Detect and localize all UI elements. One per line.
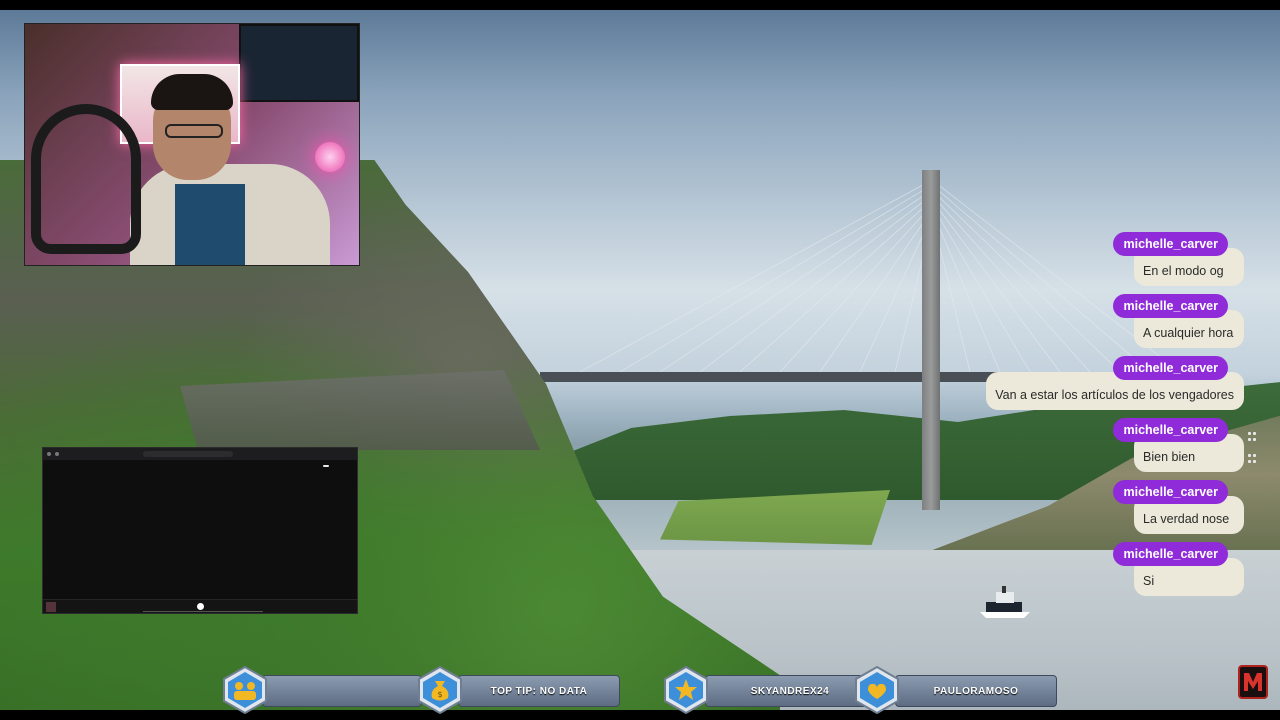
progress-bar[interactable]: [143, 611, 263, 612]
chat-username: michelle_carver: [1113, 356, 1228, 380]
ticker-plate-subscriber: PAULORAMOSO: [895, 675, 1057, 707]
chat-message: michelle_carver La verdad nose: [944, 480, 1244, 534]
stream-ticker: TOP TIP: NO DATA SKYANDREX24 PAULORAMOSO…: [0, 662, 1280, 714]
svg-text:$: $: [437, 690, 442, 699]
chat-message: michelle_carver A cualquier hora: [944, 294, 1244, 348]
streamer-glasses: [165, 124, 223, 138]
browser-window[interactable]: [42, 447, 358, 614]
chat-message: michelle_carver Si: [944, 542, 1244, 596]
chat-username: michelle_carver: [1113, 480, 1228, 504]
streamer-sweater: [175, 184, 245, 265]
ticker-plate-1: [262, 675, 422, 707]
webcam-lamp: [315, 142, 345, 172]
chat-username: michelle_carver: [1113, 418, 1228, 442]
heart-hand-icon: [855, 666, 899, 714]
back-icon[interactable]: [47, 452, 51, 456]
chat-overlay: michelle_carver En el modo og michelle_c…: [944, 232, 1244, 604]
chat-message: michelle_carver En el modo og: [944, 232, 1244, 286]
play-icon[interactable]: [197, 603, 204, 610]
webcam-monitor: [239, 24, 359, 102]
browser-toolbar: [43, 448, 357, 460]
subscribe-button[interactable]: [323, 465, 329, 467]
ticker-plate-top-tip: TOP TIP: NO DATA: [458, 675, 620, 707]
chat-message: michelle_carver Bien bien: [944, 418, 1244, 472]
ticker-plate-follower: SKYANDREX24: [705, 675, 875, 707]
chat-username: michelle_carver: [1113, 232, 1228, 256]
chat-message: michelle_carver Van a estar los artículo…: [944, 356, 1244, 410]
grip-handle-icon: [1248, 432, 1258, 468]
chat-username: michelle_carver: [1113, 542, 1228, 566]
media-player-bar: [43, 599, 357, 613]
streamer-hair: [151, 74, 233, 110]
track-thumbnail: [46, 602, 56, 612]
star-icon: [664, 666, 708, 714]
channel-logo-icon: [1238, 665, 1268, 699]
chat-username: michelle_carver: [1113, 294, 1228, 318]
headphones: [31, 104, 141, 254]
address-bar[interactable]: [143, 451, 233, 457]
forward-icon[interactable]: [55, 452, 59, 456]
bridge-pylon: [922, 170, 940, 510]
crowd-icon: [223, 666, 267, 714]
money-bag-icon: $: [418, 666, 462, 714]
webcam-overlay: [24, 23, 360, 266]
